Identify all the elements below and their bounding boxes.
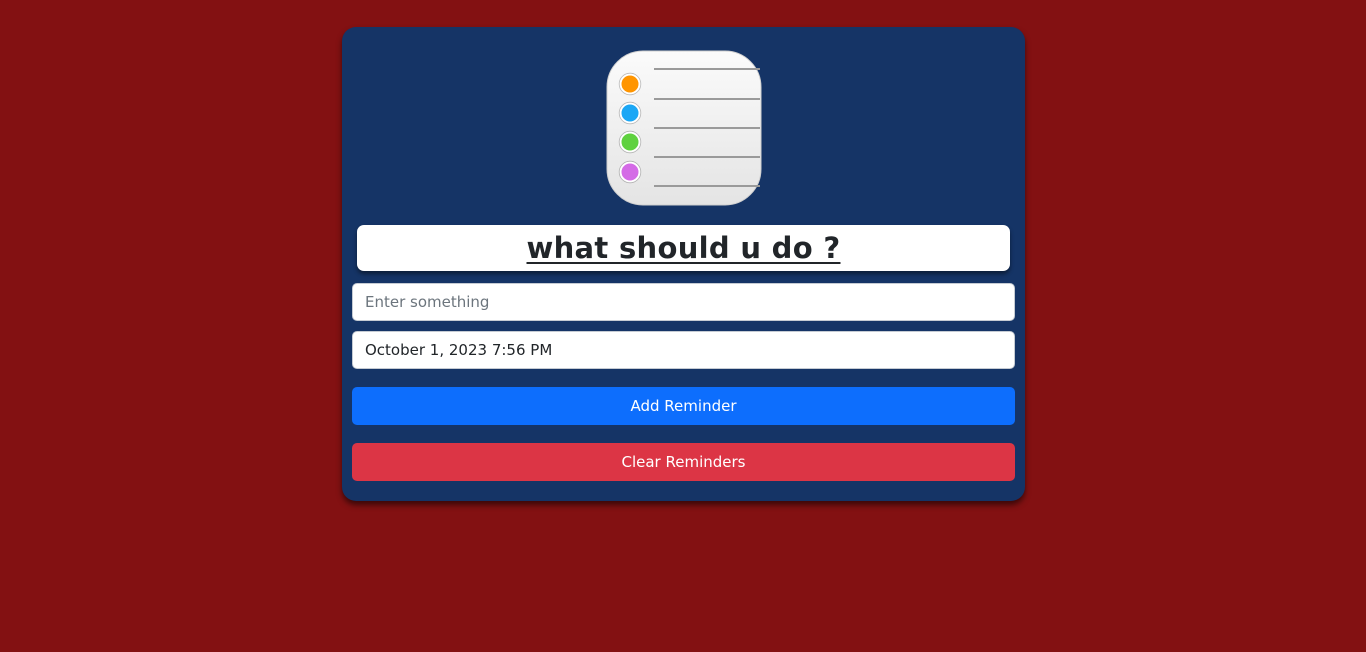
- clear-reminders-button[interactable]: Clear Reminders: [352, 443, 1015, 481]
- reminders-app-icon: [606, 50, 762, 206]
- page-title: what should u do ?: [526, 231, 841, 265]
- reminder-text-input[interactable]: [352, 283, 1015, 321]
- reminder-card: what should u do ? October 1, 2023 7:56 …: [342, 27, 1025, 501]
- reminder-datetime-input[interactable]: October 1, 2023 7:56 PM: [352, 331, 1015, 369]
- title-banner: what should u do ?: [357, 225, 1010, 271]
- datetime-value: October 1, 2023 7:56 PM: [365, 341, 553, 359]
- add-reminder-button[interactable]: Add Reminder: [352, 387, 1015, 425]
